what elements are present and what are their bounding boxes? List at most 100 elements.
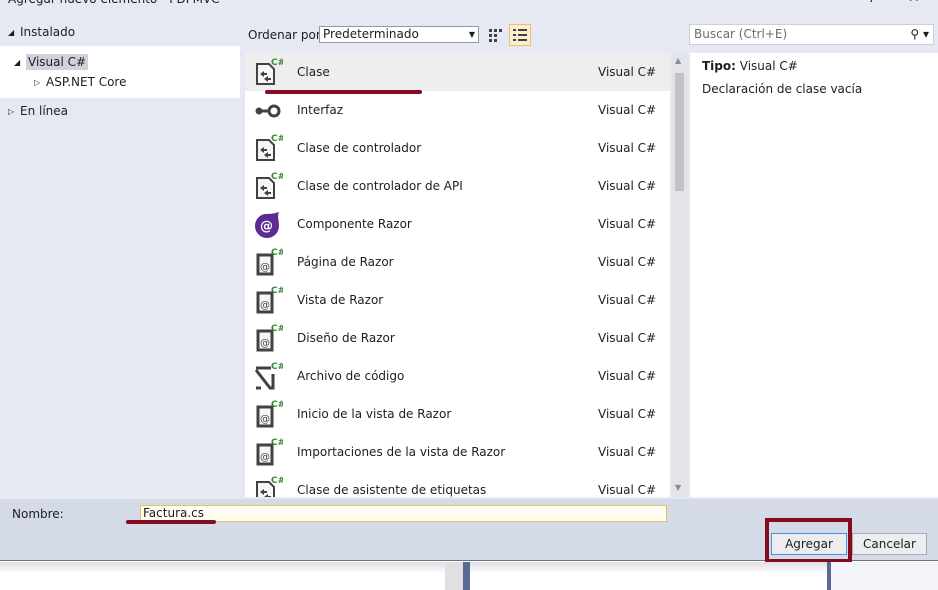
template-item[interactable]: @ Componente Razor Visual C#: [245, 205, 670, 243]
template-name: Diseño de Razor: [297, 331, 395, 345]
template-language: Visual C#: [598, 293, 657, 307]
background-divider: [463, 562, 470, 590]
template-item[interactable]: C# Clase de controlador de API Visual C#: [245, 167, 670, 205]
template-name: Clase de controlador: [297, 141, 422, 155]
template-list: C# Clase Visual C# Interfaz Visual C#C# …: [245, 53, 670, 497]
template-name: Componente Razor: [297, 217, 412, 231]
template-item[interactable]: C# Archivo de código Visual C#: [245, 357, 670, 395]
template-name: Interfaz: [297, 103, 344, 117]
expanded-triangle-icon: ◢: [14, 57, 21, 67]
svg-text:C#: C#: [271, 400, 283, 410]
add-new-item-dialog: Agregar nuevo elemento - PDFMVC ? ✕ ◢ In…: [0, 0, 938, 563]
title-bar: Agregar nuevo elemento - PDFMVC ? ✕: [0, 0, 938, 10]
template-name: Clase de controlador de API: [297, 179, 463, 193]
collapsed-triangle-icon: ▷: [34, 77, 41, 87]
razor-template-icon: @C#: [251, 246, 285, 278]
svg-text:C#: C#: [271, 324, 283, 334]
template-name: Inicio de la vista de Razor: [297, 407, 452, 421]
template-language: Visual C#: [598, 103, 657, 117]
template-name: Clase de asistente de etiquetas: [297, 483, 487, 497]
template-language: Visual C#: [598, 255, 657, 269]
sort-dropdown[interactable]: Predeterminado ▼: [319, 26, 479, 43]
search-icon[interactable]: ⚲ ▾: [910, 25, 929, 44]
sort-label: Ordenar por:: [248, 28, 325, 42]
template-item[interactable]: @C# Inicio de la vista de Razor Visual C…: [245, 395, 670, 433]
background-editor: [0, 562, 938, 590]
template-language: Visual C#: [598, 65, 657, 79]
scroll-thumb[interactable]: [675, 73, 684, 191]
details-panel: Tipo: Visual C# Declaración de clase vac…: [690, 53, 938, 497]
template-item[interactable]: C# Clase Visual C#: [245, 53, 670, 91]
tree-item-aspnet-core[interactable]: ▷ ASP.NET Core: [34, 72, 126, 92]
sort-value: Predeterminado: [323, 27, 419, 41]
details-view-button[interactable]: [509, 24, 531, 46]
template-language: Visual C#: [598, 407, 657, 421]
cancel-button[interactable]: Cancelar: [852, 533, 927, 555]
svg-text:@: @: [260, 452, 270, 463]
svg-text:@: @: [260, 300, 270, 311]
svg-text:C#: C#: [271, 362, 283, 372]
interface-template-icon: [251, 94, 283, 126]
svg-text:C#: C#: [271, 438, 283, 448]
template-item[interactable]: Interfaz Visual C#: [245, 91, 670, 129]
template-language: Visual C#: [598, 369, 657, 383]
template-item[interactable]: @C# Página de Razor Visual C#: [245, 243, 670, 281]
class-template-icon: C#: [251, 474, 285, 497]
grid-view-icon: [489, 29, 502, 42]
scroll-down-icon[interactable]: ▼: [675, 483, 681, 492]
template-item[interactable]: @C# Importaciones de la vista de Razor V…: [245, 433, 670, 471]
list-view-icon: [513, 29, 527, 41]
collapsed-triangle-icon: ▷: [8, 106, 15, 116]
template-item[interactable]: @C# Diseño de Razor Visual C#: [245, 319, 670, 357]
search-input[interactable]: Buscar (Ctrl+E) ⚲ ▾: [689, 24, 934, 45]
tree-installed-label: Instalado: [20, 25, 76, 39]
dialog-title: Agregar nuevo elemento - PDFMVC: [8, 0, 220, 6]
annotation-underline-name: [126, 520, 216, 524]
search-placeholder: Buscar (Ctrl+E): [694, 27, 788, 41]
svg-text:@: @: [260, 414, 270, 425]
razor-template-icon: @C#: [251, 284, 285, 316]
tree-item-label: ASP.NET Core: [46, 75, 127, 89]
tree-item-online[interactable]: ▷ En línea: [8, 101, 68, 121]
name-label: Nombre:: [12, 507, 64, 521]
template-description: Declaración de clase vacía: [702, 82, 863, 96]
code-file-template-icon: C#: [251, 360, 285, 392]
svg-text:C#: C#: [271, 476, 283, 486]
template-item[interactable]: C# Clase de controlador Visual C#: [245, 129, 670, 167]
tree-panel: ◢ Visual C# ▷ ASP.NET Core: [0, 46, 240, 98]
svg-text:C#: C#: [271, 286, 283, 296]
class-template-icon: C#: [251, 170, 285, 202]
template-item[interactable]: @C# Vista de Razor Visual C#: [245, 281, 670, 319]
razor-template-icon: @C#: [251, 398, 285, 430]
template-name: Clase: [297, 65, 330, 79]
blazor-template-icon: @: [251, 208, 283, 240]
list-scrollbar[interactable]: ▲ ▼: [672, 53, 688, 497]
name-input[interactable]: Factura.cs: [140, 505, 667, 522]
help-button[interactable]: ?: [868, 0, 875, 6]
template-name: Archivo de código: [297, 369, 405, 383]
background-panel: [831, 562, 938, 590]
tree-installed[interactable]: ◢ Instalado: [0, 22, 240, 44]
template-name: Vista de Razor: [297, 293, 384, 307]
template-language: Visual C#: [598, 483, 657, 497]
annotation-underline-clase: [265, 90, 422, 94]
small-icons-view-button[interactable]: [484, 24, 506, 46]
type-label: Tipo:: [702, 59, 736, 73]
template-name: Importaciones de la vista de Razor: [297, 445, 506, 459]
tree-item-visual-cs[interactable]: ◢ Visual C#: [14, 52, 89, 72]
template-language: Visual C#: [598, 445, 657, 459]
svg-text:C#: C#: [271, 58, 283, 68]
template-item[interactable]: C# Clase de asistente de etiquetas Visua…: [245, 471, 670, 497]
scroll-up-icon[interactable]: ▲: [675, 56, 681, 65]
close-button[interactable]: ✕: [908, 0, 920, 6]
tree-item-label: En línea: [20, 104, 69, 118]
class-template-icon: C#: [251, 132, 285, 164]
svg-text:@: @: [260, 338, 270, 349]
type-value: Visual C#: [739, 59, 798, 73]
svg-text:C#: C#: [271, 248, 283, 258]
class-template-icon: C#: [251, 56, 285, 88]
svg-text:@: @: [260, 219, 273, 234]
svg-text:@: @: [260, 262, 270, 273]
svg-text:C#: C#: [271, 134, 283, 144]
template-language: Visual C#: [598, 141, 657, 155]
